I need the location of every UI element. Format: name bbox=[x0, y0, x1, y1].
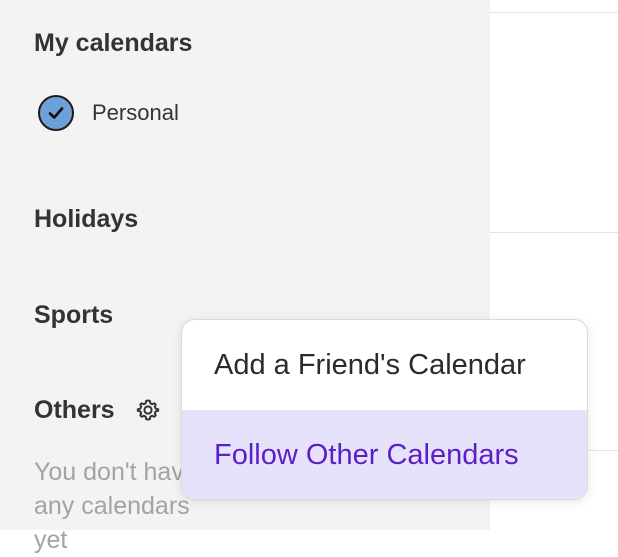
add-calendar-dropdown-menu: Add a Friend's Calendar Follow Other Cal… bbox=[181, 319, 588, 500]
calendar-gridline bbox=[490, 232, 618, 233]
add-friends-calendar-menu-item[interactable]: Add a Friend's Calendar bbox=[182, 320, 587, 410]
follow-other-calendars-menu-item[interactable]: Follow Other Calendars bbox=[182, 410, 587, 499]
holidays-heading[interactable]: Holidays bbox=[34, 207, 138, 232]
personal-calendar-checkbox[interactable] bbox=[38, 95, 74, 131]
calendar-gridline bbox=[490, 12, 618, 13]
my-calendars-heading: My calendars bbox=[34, 29, 193, 57]
sports-heading[interactable]: Sports bbox=[34, 303, 113, 328]
no-calendars-message: You don't have any calendars yet bbox=[34, 458, 198, 554]
personal-calendar-label: Personal bbox=[92, 100, 179, 125]
gear-icon[interactable] bbox=[136, 398, 160, 422]
checkmark-icon bbox=[48, 107, 64, 119]
calendar-item-personal[interactable]: Personal bbox=[38, 95, 179, 131]
others-heading: Others bbox=[34, 396, 115, 424]
